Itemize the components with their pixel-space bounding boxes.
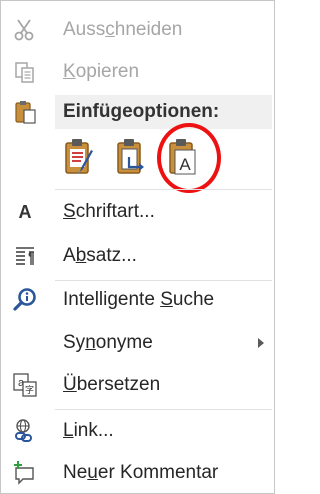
link-icon	[11, 417, 39, 445]
font-icon: A	[18, 201, 32, 222]
paste-keep-formatting-icon	[63, 137, 97, 182]
paste-options-label: Einfügeoptionen:	[63, 101, 220, 122]
paragraph-icon	[11, 242, 39, 270]
paste-merge-formatting-button[interactable]	[113, 137, 151, 181]
menu-item-cut-label: Ausschneiden	[63, 19, 183, 40]
menu-item-paragraph[interactable]: Absatz...	[1, 239, 274, 273]
context-menu: Ausschneiden Kopieren Einfügeoptionen: A…	[0, 0, 275, 494]
highlight-circle	[157, 123, 221, 193]
menu-item-font[interactable]: A Schriftart...	[1, 195, 274, 229]
menu-item-synonyms[interactable]: Synonyme	[1, 326, 274, 360]
menu-item-translate[interactable]: a 字 Übersetzen	[1, 368, 274, 402]
separator	[55, 409, 272, 410]
submenu-arrow-icon	[258, 338, 264, 348]
menu-item-synonyms-label: Synonyme	[63, 332, 153, 353]
paste-keep-formatting-button[interactable]	[61, 137, 99, 181]
menu-item-font-label: Schriftart...	[63, 201, 155, 222]
menu-item-link[interactable]: Link...	[1, 414, 274, 448]
menu-item-copy-label: Kopieren	[63, 61, 140, 82]
paste-options-header: Einfügeoptionen:	[1, 95, 274, 129]
svg-text:字: 字	[25, 384, 34, 396]
menu-item-link-label: Link...	[63, 420, 114, 441]
separator	[55, 189, 272, 190]
menu-item-smart-lookup-label: Intelligente Suche	[63, 289, 215, 310]
menu-item-translate-label: Übersetzen	[63, 374, 161, 395]
menu-item-cut[interactable]: Ausschneiden	[1, 13, 274, 47]
menu-item-smart-lookup[interactable]: Intelligente Suche	[1, 283, 274, 317]
menu-item-new-comment[interactable]: Neuer Kommentar	[1, 456, 274, 490]
separator	[55, 280, 272, 281]
menu-item-new-comment-label: Neuer Kommentar	[63, 462, 219, 483]
menu-item-copy[interactable]: Kopieren	[1, 55, 274, 89]
menu-item-paragraph-label: Absatz...	[63, 245, 137, 266]
copy-icon	[11, 58, 39, 86]
new-comment-icon	[11, 459, 39, 487]
scissors-icon	[11, 16, 39, 44]
paste-merge-formatting-icon	[115, 137, 149, 182]
smart-lookup-icon	[11, 286, 39, 314]
translate-icon: a 字	[11, 371, 39, 399]
clipboard-icon	[11, 98, 39, 126]
